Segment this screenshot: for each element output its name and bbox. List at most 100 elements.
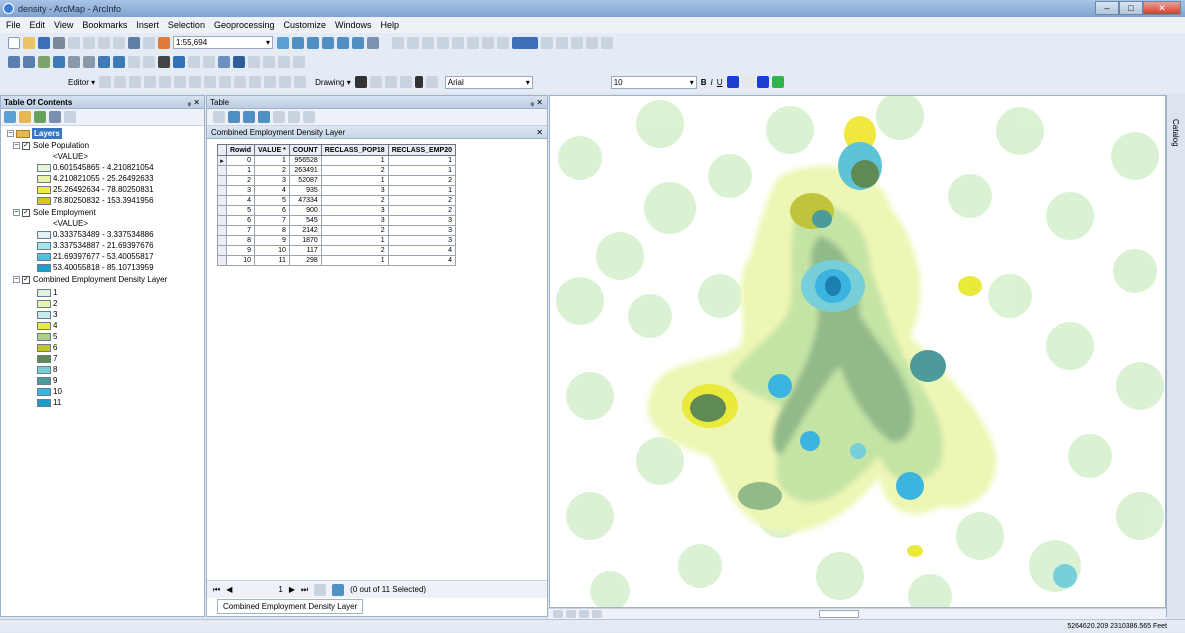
font-name-combo[interactable]: Arial	[444, 75, 533, 89]
density-map[interactable]	[550, 96, 1166, 608]
font-size-combo[interactable]: 10	[610, 75, 697, 89]
menu-file[interactable]: File	[6, 20, 21, 30]
table-cell[interactable]: 1	[320, 175, 389, 186]
time-slider-icon[interactable]	[278, 55, 290, 68]
redo-icon[interactable]	[143, 36, 155, 49]
new-text-icon[interactable]	[414, 76, 423, 88]
table-cell[interactable]: 3	[254, 175, 290, 186]
dropdown-icon[interactable]	[541, 36, 553, 49]
table-cell[interactable]: 3	[320, 185, 389, 196]
close-table-tab-icon[interactable]: ✕	[536, 126, 543, 139]
table-cell[interactable]: 1	[320, 255, 389, 266]
select-features-icon[interactable]	[128, 55, 140, 68]
edit-vertices-icon[interactable]	[189, 76, 202, 88]
full-extent-icon[interactable]	[53, 55, 65, 68]
menu-help[interactable]: Help	[381, 20, 400, 30]
table-cell[interactable]: 1	[320, 235, 389, 246]
menu-edit[interactable]: Edit	[30, 20, 46, 30]
collapse-icon[interactable]: −	[13, 142, 20, 149]
row-selector[interactable]: ▸	[217, 155, 227, 166]
point-icon[interactable]	[174, 76, 187, 88]
edit-annotation-icon[interactable]	[114, 76, 127, 88]
table-cell[interactable]: 11	[254, 255, 290, 266]
column-header[interactable]: Rowid	[226, 144, 255, 156]
row-selector[interactable]	[217, 175, 227, 186]
table-cell[interactable]: 3	[387, 235, 456, 246]
show-selected-records-icon[interactable]	[332, 583, 345, 596]
previous-record-icon[interactable]: ◀	[226, 585, 232, 594]
attributes-icon[interactable]	[264, 76, 277, 88]
first-record-icon[interactable]: ⏮	[213, 585, 220, 595]
undo-icon[interactable]	[128, 36, 140, 49]
snapping-icon[interactable]	[392, 36, 404, 49]
table-cell[interactable]: 117	[288, 245, 322, 256]
row-selector[interactable]	[217, 225, 227, 236]
search-window-icon[interactable]	[322, 36, 334, 49]
column-header[interactable]: VALUE *	[254, 144, 290, 156]
catalog-window-icon[interactable]	[307, 36, 319, 49]
map-display[interactable]	[549, 95, 1166, 608]
list-by-source-icon[interactable]	[19, 111, 31, 123]
end-point-arc-icon[interactable]	[144, 76, 157, 88]
delete-selected-icon[interactable]	[303, 111, 315, 123]
collapse-icon[interactable]: −	[13, 209, 20, 216]
table-row[interactable]: 5 6 900 3 2	[217, 205, 456, 216]
layer-sole-population[interactable]: − ✓ Sole Population	[13, 140, 89, 151]
table-cell[interactable]: 47334	[288, 195, 322, 206]
layers-root[interactable]: − Layers	[7, 128, 62, 139]
table-cell[interactable]: 8	[254, 225, 290, 236]
zoom-in-icon[interactable]	[8, 55, 20, 68]
arctoolbox-icon[interactable]	[337, 36, 349, 49]
straight-segment-icon[interactable]	[129, 76, 142, 88]
column-header[interactable]: RECLASS_EMP20	[387, 144, 456, 156]
layout-icon-6[interactable]	[482, 36, 494, 49]
measure-icon[interactable]	[218, 55, 230, 68]
table-cell[interactable]: 263491	[288, 165, 322, 176]
layout-icon-1[interactable]	[407, 36, 419, 49]
row-selector[interactable]	[217, 235, 227, 246]
new-document-icon[interactable]	[8, 36, 20, 49]
table-row[interactable]: 3 4 935 3 1	[217, 185, 456, 196]
table-cell[interactable]: 1	[226, 165, 255, 176]
select-elements-icon[interactable]	[158, 55, 170, 68]
table-row[interactable]: 2 3 52087 1 2	[217, 175, 456, 186]
map-scale-combo[interactable]: 1:55,694	[173, 36, 273, 49]
list-by-selection-icon[interactable]	[49, 111, 61, 123]
menu-bookmarks[interactable]: Bookmarks	[82, 20, 127, 30]
rotate-element-icon[interactable]	[369, 76, 382, 88]
cut-polygons-icon[interactable]	[219, 76, 232, 88]
split-icon[interactable]	[234, 76, 247, 88]
copy-icon[interactable]	[83, 36, 95, 49]
pause-drawing-icon[interactable]	[592, 610, 602, 618]
row-selector[interactable]	[217, 205, 227, 216]
table-cell[interactable]: 52087	[288, 175, 322, 186]
table-cell[interactable]: 2	[387, 205, 456, 216]
table-of-contents-icon[interactable]	[292, 36, 304, 49]
layout-icon-2[interactable]	[422, 36, 434, 49]
pan-icon[interactable]	[38, 55, 50, 68]
rectangle-icon[interactable]	[399, 76, 412, 88]
table-cell[interactable]: 2	[320, 225, 389, 236]
table-cell[interactable]: 2	[387, 175, 456, 186]
table-cell[interactable]: 9	[226, 245, 255, 256]
layout-icon-8[interactable]	[556, 36, 568, 49]
table-cell[interactable]: 2	[226, 175, 255, 186]
switch-selection-icon[interactable]	[258, 111, 270, 123]
collapse-icon[interactable]: −	[7, 130, 14, 137]
table-row[interactable]: ▸ 0 1 956528 1 1	[217, 155, 456, 166]
table-row[interactable]: 8 9 1870 1 3	[217, 235, 456, 246]
table-row[interactable]: 7 8 2142 2 3	[217, 225, 456, 236]
reshape-icon[interactable]	[204, 76, 217, 88]
rotate-icon[interactable]	[249, 76, 262, 88]
table-cell[interactable]: 1	[320, 155, 389, 166]
table-cell[interactable]: 1870	[288, 235, 322, 246]
html-popup-icon[interactable]	[203, 55, 215, 68]
table-cell[interactable]: 2142	[288, 225, 322, 236]
table-row[interactable]: 9 10 117 2 4	[217, 245, 456, 256]
bold-button[interactable]: B	[701, 78, 707, 87]
table-cell[interactable]: 2	[320, 245, 389, 256]
refresh-icon[interactable]	[579, 610, 589, 618]
save-icon[interactable]	[38, 36, 50, 49]
row-selector[interactable]	[217, 185, 227, 196]
table-cell[interactable]: 3	[226, 185, 255, 196]
